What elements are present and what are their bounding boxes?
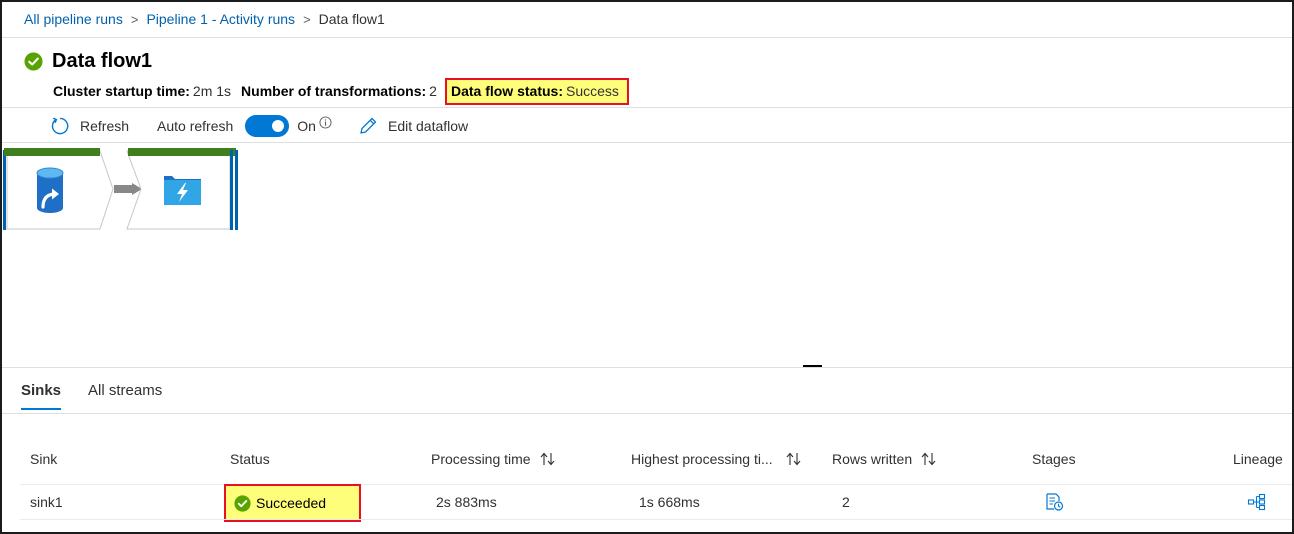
sort-icon[interactable] (920, 452, 938, 466)
page-title: Data flow1 (52, 50, 153, 72)
cluster-startup-label: Cluster startup time: (53, 83, 190, 99)
column-label: Status (230, 451, 270, 467)
divider (2, 107, 1292, 108)
status-highlight: Succeeded (224, 484, 361, 522)
dataflow-graph (3, 148, 238, 230)
column-header-status: Status (230, 451, 270, 467)
breadcrumb-current: Data flow1 (318, 11, 385, 27)
auto-refresh-label: Auto refresh (157, 118, 234, 134)
cell-highest-processing-time: 1s 668ms (639, 494, 700, 510)
transformations-label: Number of transformations: (241, 83, 427, 99)
toolbar: Refresh Auto refresh On Edit dataflow (50, 112, 468, 140)
divider (2, 413, 1292, 414)
source-database-icon (36, 167, 64, 213)
divider (20, 519, 1292, 520)
dataflow-status-label: Data flow status: (450, 83, 563, 99)
pencil-icon (360, 117, 377, 134)
sort-icon[interactable] (785, 452, 803, 466)
breadcrumb-separator: > (303, 11, 311, 27)
divider (2, 37, 1292, 38)
column-header-rows-written: Rows written (832, 451, 938, 467)
column-label: Rows written (832, 451, 913, 467)
tab-list: Sinks All streams (21, 382, 189, 410)
cluster-startup-value: 2m 1s (192, 83, 232, 99)
breadcrumb: All pipeline runs > Pipeline 1 - Activit… (24, 11, 385, 27)
cell-sink-name: sink1 (30, 494, 63, 510)
dataflow-status-value: Success (565, 83, 619, 99)
breadcrumb-separator: > (130, 11, 139, 27)
refresh-button[interactable]: Refresh (50, 116, 129, 136)
column-label: Stages (1032, 451, 1076, 467)
cell-processing-time: 2s 883ms (436, 494, 497, 510)
stages-icon[interactable] (1044, 492, 1064, 512)
dataflow-status-highlight: Data flow status: Success (444, 77, 629, 105)
column-label: Highest processing ti... (631, 451, 773, 467)
node-connector (114, 183, 142, 195)
toggle-knob (272, 120, 285, 132)
column-header-stages: Stages (1032, 451, 1076, 467)
column-header-lineage: Lineage (1233, 451, 1283, 467)
cell-rows-written: 2 (842, 494, 850, 510)
success-check-icon (234, 494, 251, 512)
tab-sinks[interactable]: Sinks (21, 382, 62, 410)
breadcrumb-all-pipeline-runs[interactable]: All pipeline runs (24, 11, 123, 27)
toggle-state-label: On (297, 118, 316, 134)
edit-dataflow-label: Edit dataflow (387, 118, 469, 134)
auto-refresh-toggle[interactable] (245, 115, 290, 137)
transformations-value: 2 (429, 83, 437, 99)
column-header-sink: Sink (30, 451, 57, 467)
info-icon[interactable] (319, 115, 332, 129)
sort-icon[interactable] (539, 452, 557, 466)
breadcrumb-pipeline-activity-runs[interactable]: Pipeline 1 - Activity runs (146, 11, 295, 27)
success-check-icon (24, 52, 43, 71)
lineage-icon[interactable] (1247, 492, 1267, 512)
refresh-icon (51, 117, 69, 135)
column-label: Processing time (431, 451, 531, 467)
divider (2, 367, 1292, 368)
cell-status: Succeeded (256, 495, 327, 511)
column-label: Sink (30, 451, 58, 467)
column-header-highest-processing-time: Highest processing ti... (631, 451, 803, 467)
run-meta: Cluster startup time: 2m 1s Number of tr… (53, 77, 629, 105)
title-row: Data flow1 (24, 50, 152, 73)
refresh-label: Refresh (80, 118, 130, 134)
column-label: Lineage (1233, 451, 1283, 467)
tab-all-streams[interactable]: All streams (88, 382, 162, 410)
dataflow-canvas[interactable] (2, 143, 1292, 367)
sink-folder-icon (164, 176, 201, 205)
column-header-processing-time: Processing time (431, 451, 557, 467)
edit-dataflow-button[interactable]: Edit dataflow (358, 116, 468, 136)
divider (20, 484, 1292, 485)
